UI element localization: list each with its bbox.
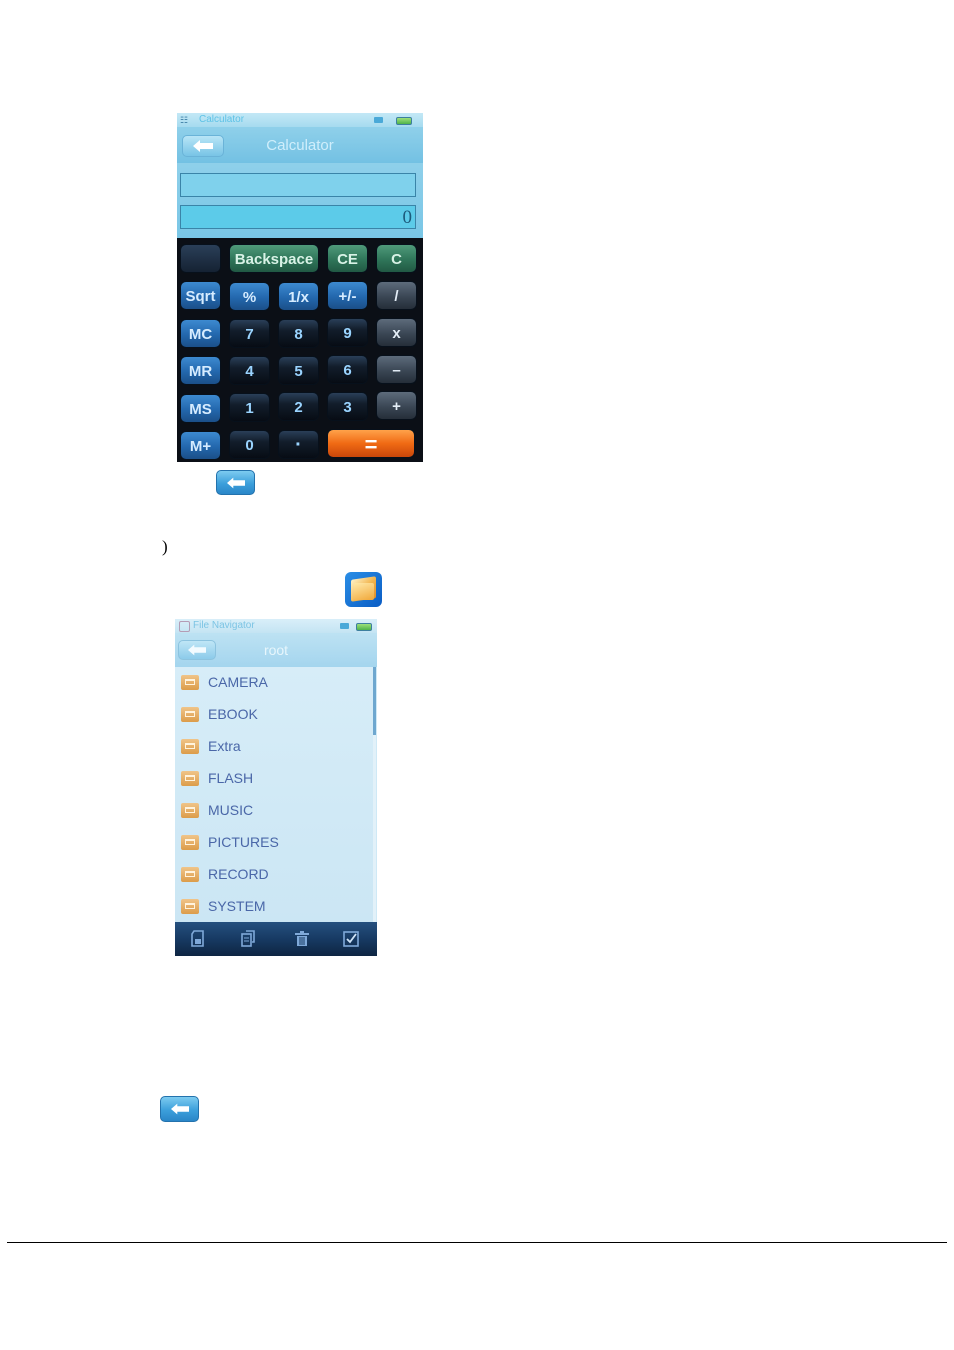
decimal-point-key[interactable]: · [278, 430, 319, 459]
file-toolbar [175, 922, 377, 956]
add-key[interactable]: + [376, 391, 417, 420]
calculator-app-icon: ☷ [180, 115, 189, 125]
digit-3-key[interactable]: 3 [327, 392, 368, 421]
folder-icon [181, 675, 199, 690]
backspace-key[interactable]: Backspace [229, 244, 319, 273]
scrollbar[interactable] [373, 667, 376, 922]
folder-name: MUSIC [208, 802, 254, 818]
folder-icon [181, 835, 199, 850]
sd-card-icon [374, 117, 383, 123]
clear-key[interactable]: C [376, 244, 417, 273]
back-button-icon [160, 1096, 199, 1122]
folder-item[interactable]: Extra [175, 731, 373, 763]
file-navigator-app-icon [345, 572, 382, 607]
battery-icon [396, 117, 412, 125]
current-folder-title: root [263, 642, 289, 658]
sign-toggle-key[interactable]: +/- [327, 281, 368, 310]
title-bar: Calculator [177, 127, 423, 163]
multiply-key[interactable]: x [376, 318, 417, 347]
folder-icon [181, 867, 199, 882]
calculator-header-area: ☷ Calculator Calculator 0 [177, 113, 423, 238]
folder-item[interactable]: FLASH [175, 763, 373, 795]
arrow-left-icon [226, 477, 245, 488]
folder-list: CAMERA EBOOK Extra FLASH MUSIC PICTURES … [175, 667, 373, 922]
file-navigator-screenshot: File Navigator root CAMERA EBOOK Extra F… [175, 619, 377, 956]
folder-item[interactable]: MUSIC [175, 795, 373, 827]
calculator-screenshot: ☷ Calculator Calculator 0 Backspace CE C… [177, 113, 423, 462]
digit-1-key[interactable]: 1 [229, 393, 270, 422]
page-title: Calculator [266, 137, 334, 154]
digit-5-key[interactable]: 5 [278, 356, 319, 385]
battery-icon [356, 623, 372, 631]
sd-card-icon [340, 623, 349, 629]
result-display: 0 [180, 205, 416, 229]
status-app-name: Calculator [199, 114, 245, 125]
subtract-key[interactable]: – [376, 355, 417, 384]
back-button-icon [216, 470, 255, 495]
folder-icon [181, 771, 199, 786]
status-bar: File Navigator [175, 619, 377, 633]
folder-name: FLASH [208, 770, 254, 786]
folder-icon [181, 803, 199, 818]
folder-item[interactable]: EBOOK [175, 699, 373, 731]
digit-2-key[interactable]: 2 [278, 392, 319, 421]
folder-icon [181, 899, 199, 914]
folder-icon [181, 739, 199, 754]
folder-front-icon [354, 583, 374, 600]
reciprocal-key[interactable]: 1/x [278, 282, 319, 311]
digit-6-key[interactable]: 6 [327, 355, 368, 384]
copy-icon[interactable] [240, 930, 256, 947]
folder-item[interactable]: CAMERA [175, 667, 373, 699]
digit-9-key[interactable]: 9 [327, 318, 368, 347]
equals-key[interactable]: = [327, 429, 415, 458]
folder-item[interactable]: PICTURES [175, 827, 373, 859]
status-app-name: File Navigator [193, 620, 255, 631]
memory-store-key[interactable]: MS [180, 394, 221, 423]
percent-key[interactable]: % [229, 282, 270, 311]
file-navigator-small-icon [179, 621, 190, 632]
document-text-fragment: ) [162, 537, 168, 556]
result-value: 0 [402, 207, 413, 228]
footer-divider [7, 1242, 947, 1243]
folder-name: CAMERA [208, 674, 268, 690]
title-bar: root [175, 633, 377, 667]
folder-item[interactable]: RECORD [175, 859, 373, 891]
sqrt-key[interactable]: Sqrt [180, 281, 221, 310]
digit-7-key[interactable]: 7 [229, 319, 270, 348]
keypad: Backspace CE C Sqrt % 1/x +/- / MC 7 8 9… [177, 241, 423, 462]
blank-key[interactable] [180, 244, 221, 273]
folder-item[interactable]: SYSTEM [175, 891, 373, 923]
memory-clear-key[interactable]: MC [180, 319, 221, 348]
folder-icon [181, 707, 199, 722]
folder-name: RECORD [208, 866, 269, 882]
digit-0-key[interactable]: 0 [229, 430, 270, 459]
checkbox-icon[interactable] [343, 930, 359, 947]
arrow-left-icon [170, 1103, 189, 1115]
expression-display [180, 173, 416, 197]
memory-recall-key[interactable]: MR [180, 356, 221, 385]
memory-add-key[interactable]: M+ [180, 431, 221, 460]
folder-name: SYSTEM [208, 898, 266, 914]
sd-card-icon[interactable] [190, 930, 206, 947]
divide-key[interactable]: / [376, 281, 417, 310]
clear-entry-key[interactable]: CE [327, 244, 368, 273]
status-bar: ☷ Calculator [177, 113, 423, 127]
trash-icon[interactable] [294, 930, 310, 947]
scrollbar-thumb[interactable] [373, 667, 376, 735]
folder-name: Extra [208, 738, 241, 754]
folder-name: PICTURES [208, 834, 279, 850]
folder-name: EBOOK [208, 706, 258, 722]
digit-8-key[interactable]: 8 [278, 319, 319, 348]
digit-4-key[interactable]: 4 [229, 356, 270, 385]
